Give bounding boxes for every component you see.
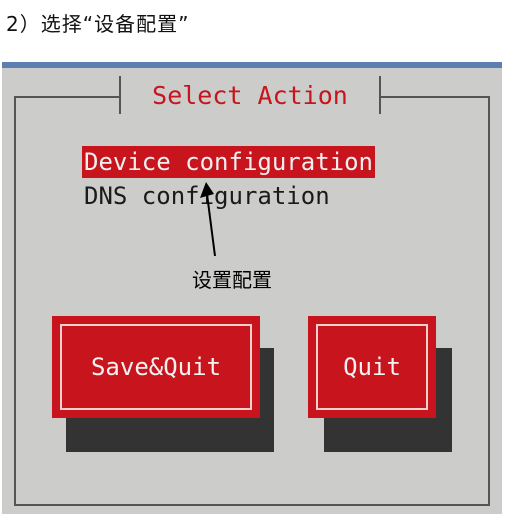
dialog-title: Select Action [119,76,381,114]
annotation-arrow-icon [200,182,216,257]
save-quit-button-group: Save&Quit [52,316,276,456]
menu-item-device-configuration[interactable]: Device configuration [82,146,375,178]
quit-button-group: Quit [308,316,454,456]
step-caption: 2）选择“设备配置” [6,12,190,36]
save-quit-button[interactable]: Save&Quit [52,316,260,418]
annotation-label: 设置配置 [192,268,272,292]
quit-button-label: Quit [316,324,428,410]
save-quit-button-label: Save&Quit [60,324,252,410]
quit-button[interactable]: Quit [308,316,436,418]
terminal-screen: Select Action Device configuration DNS c… [2,62,502,514]
